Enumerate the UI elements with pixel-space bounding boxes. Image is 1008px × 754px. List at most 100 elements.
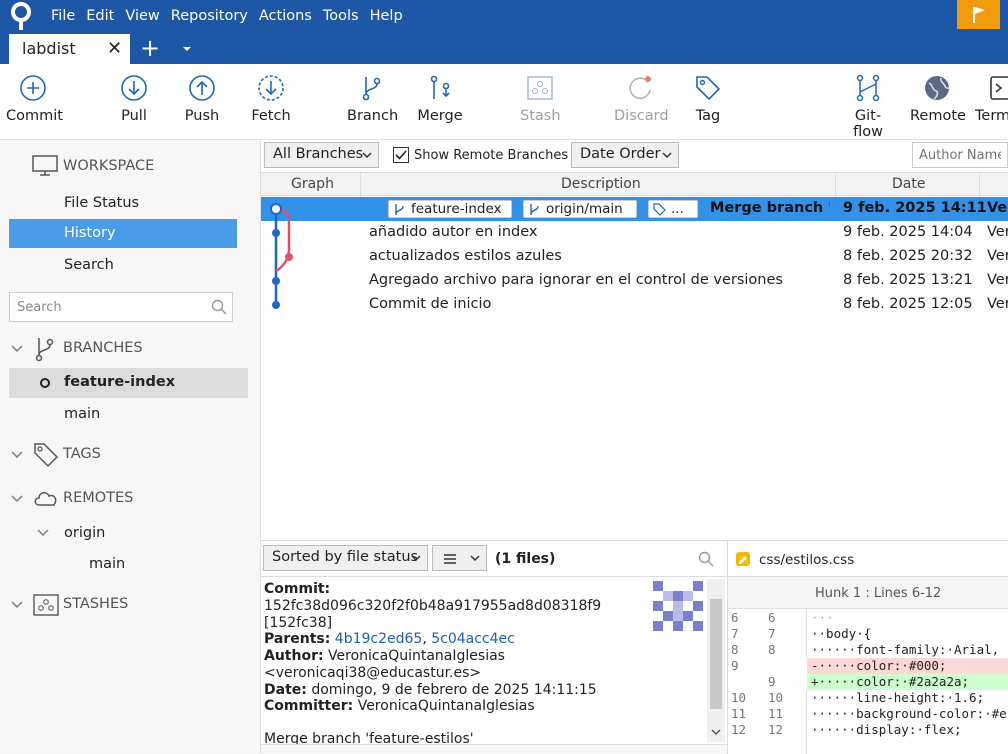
branch-filter-dropdown[interactable]: All Branches bbox=[264, 142, 379, 168]
view-mode-dropdown[interactable] bbox=[432, 545, 487, 571]
pull-label: Pull bbox=[121, 108, 147, 124]
close-tab-icon[interactable]: ✕ bbox=[107, 39, 122, 59]
commit-icon bbox=[20, 75, 46, 101]
order-dropdown[interactable]: Date Order bbox=[571, 142, 679, 168]
merge-button[interactable]: Merge bbox=[417, 74, 463, 124]
remotes-collapse-chevron-icon[interactable] bbox=[11, 495, 23, 503]
author-filter-input[interactable] bbox=[912, 142, 1008, 168]
sidebar-branch-main[interactable]: main bbox=[64, 406, 100, 422]
commit-label: Commit: bbox=[264, 581, 331, 597]
commit-author: Ver bbox=[987, 296, 1008, 312]
hunk-header: Hunk 1 : Lines 6-12 bbox=[728, 577, 1008, 609]
merge-icon bbox=[430, 75, 450, 99]
commit-short-hash: [152fc38] bbox=[264, 615, 333, 631]
notification-flag-button[interactable] bbox=[957, 0, 1000, 29]
diff-line: 10 10 ······line-height:·1.6; bbox=[731, 690, 985, 705]
menu-help[interactable]: Help bbox=[370, 7, 411, 25]
new-tab-icon[interactable]: + bbox=[140, 36, 160, 60]
details-scrollbar[interactable] bbox=[707, 579, 725, 742]
gitflow-button[interactable]: Git-flow bbox=[840, 74, 896, 140]
commit-date: 9 feb. 2025 14:11 bbox=[843, 200, 987, 216]
menu-view[interactable]: View bbox=[125, 7, 167, 25]
menu-repository[interactable]: Repository bbox=[171, 7, 256, 25]
ref-pill-more: ... bbox=[648, 200, 698, 218]
gitflow-icon bbox=[856, 74, 880, 102]
diff-file-name: css/estilos.css bbox=[759, 552, 855, 568]
stash-label: Stash bbox=[520, 108, 561, 124]
push-icon bbox=[189, 75, 215, 101]
parent-link[interactable]: 5c04acc4ec bbox=[431, 631, 515, 647]
fetch-button[interactable]: Fetch bbox=[250, 74, 292, 124]
committer-name: VeronicaQuintanaIglesias bbox=[357, 698, 535, 714]
branch-icon bbox=[395, 204, 404, 215]
terminal-button[interactable]: Term bbox=[975, 74, 1008, 124]
sidebar-remote-branch-main[interactable]: main bbox=[89, 556, 125, 572]
merge-label: Merge bbox=[417, 108, 463, 124]
branches-collapse-chevron-icon[interactable] bbox=[11, 345, 23, 353]
file-count: (1 files) bbox=[495, 551, 556, 567]
menu-tools[interactable]: Tools bbox=[323, 7, 367, 25]
tags-heading: TAGS bbox=[63, 446, 101, 462]
flag-icon bbox=[972, 6, 985, 23]
sidebar-remote-origin[interactable]: origin bbox=[64, 525, 105, 541]
parent-separator: , bbox=[422, 631, 427, 647]
commit-datetime: domingo, 9 de febrero de 2025 14:11:15 bbox=[311, 682, 597, 698]
terminal-label: Term bbox=[975, 108, 1008, 124]
menu-file[interactable]: File bbox=[51, 7, 83, 25]
repo-tab[interactable]: labdist ✕ bbox=[9, 34, 130, 64]
tag-button[interactable]: Tag bbox=[694, 74, 722, 124]
details-panel: Sorted by file status (1 files) Commit: … bbox=[261, 540, 1008, 754]
remote-button[interactable]: Remote bbox=[910, 74, 966, 124]
workspace-heading: WORKSPACE bbox=[63, 158, 155, 174]
column-description[interactable]: Description bbox=[561, 176, 641, 192]
commit-description: Merge branch 'fe bbox=[710, 200, 830, 216]
search-icon bbox=[211, 299, 227, 315]
commit-date: 8 feb. 2025 13:21 bbox=[843, 272, 973, 288]
tab-menu-chevron-icon[interactable] bbox=[180, 42, 194, 56]
sidebar-item-history[interactable]: History bbox=[9, 219, 237, 248]
search-icon[interactable] bbox=[698, 551, 714, 567]
sidebar-search-input[interactable]: Search bbox=[9, 292, 233, 322]
discard-label: Discard bbox=[614, 108, 669, 124]
branch-icon bbox=[362, 77, 381, 101]
branch-label: Branch bbox=[347, 108, 399, 124]
commit-hash: 152fc38d096c320f2f0b48a917955ad8d08318f9 bbox=[264, 598, 602, 614]
commit-button[interactable]: Commit bbox=[6, 74, 63, 124]
file-sort-dropdown[interactable]: Sorted by file status bbox=[263, 545, 428, 571]
diff-line: 8 8 ······font-family:·Arial, bbox=[731, 642, 1000, 657]
commit-graph bbox=[270, 203, 293, 309]
parent-link[interactable]: 4b19c2ed65 bbox=[335, 631, 423, 647]
fetch-icon bbox=[258, 75, 284, 101]
diff-line: 12 12 ······display:·flex; bbox=[731, 722, 962, 737]
push-button[interactable]: Push bbox=[184, 74, 220, 124]
scroll-down-icon[interactable] bbox=[711, 729, 721, 736]
branch-icon bbox=[530, 204, 539, 215]
repo-tab-label: labdist bbox=[22, 39, 76, 58]
tags-collapse-chevron-icon[interactable] bbox=[11, 451, 23, 459]
commit-row[interactable]: feature-index origin/main ... Merge bran… bbox=[261, 197, 1008, 221]
menu-edit[interactable]: Edit bbox=[86, 7, 122, 25]
terminal-icon bbox=[990, 76, 1008, 100]
sidebar-item-file-status[interactable]: File Status bbox=[64, 195, 139, 211]
pull-button[interactable]: Pull bbox=[114, 74, 154, 124]
commit-row[interactable]: Agregado archivo para ignorar en el cont… bbox=[261, 269, 1008, 293]
column-date[interactable]: Date bbox=[892, 176, 925, 192]
menu-actions[interactable]: Actions bbox=[259, 7, 320, 25]
commit-row[interactable]: añadido autor en index 9 feb. 2025 14:04… bbox=[261, 221, 1008, 245]
commit-label: Commit bbox=[6, 108, 63, 124]
stash-icon bbox=[33, 594, 59, 616]
sidebar-search-placeholder: Search bbox=[17, 300, 62, 315]
commit-description: Agregado archivo para ignorar en el cont… bbox=[369, 272, 783, 288]
show-remote-checkbox[interactable] bbox=[393, 147, 409, 163]
stash-button[interactable]: Stash bbox=[520, 74, 561, 124]
commit-row[interactable]: actualizados estilos azules 8 feb. 2025 … bbox=[261, 245, 1008, 269]
branch-button[interactable]: Branch bbox=[347, 74, 399, 124]
origin-collapse-chevron-icon[interactable] bbox=[37, 529, 49, 537]
sidebar-item-search[interactable]: Search bbox=[64, 257, 114, 273]
commit-row[interactable]: Commit de inicio 8 feb. 2025 12:05 Ver bbox=[261, 293, 1008, 317]
stashes-collapse-chevron-icon[interactable] bbox=[11, 601, 23, 609]
push-label: Push bbox=[184, 108, 220, 124]
sidebar-branch-feature-index[interactable]: feature-index bbox=[9, 368, 248, 398]
discard-button[interactable]: Discard bbox=[614, 74, 669, 124]
column-graph[interactable]: Graph bbox=[291, 176, 334, 192]
